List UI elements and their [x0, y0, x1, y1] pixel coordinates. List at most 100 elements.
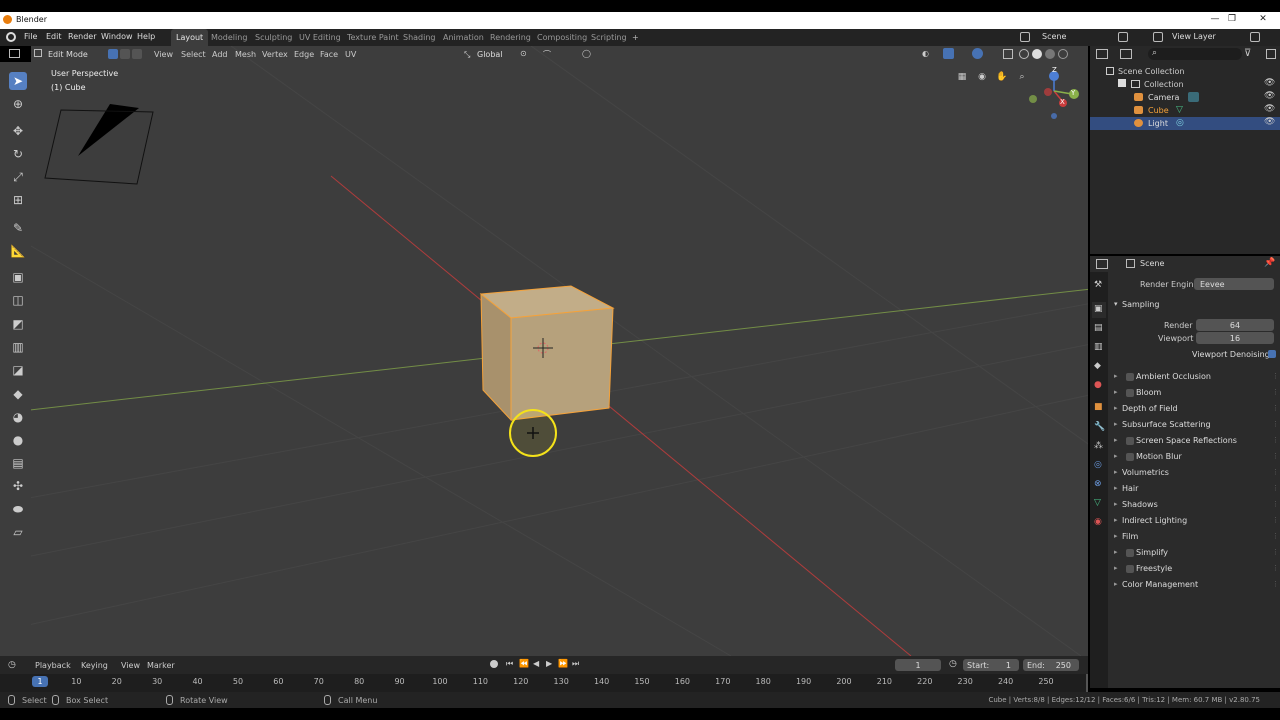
- panel-drag-handle-icon[interactable]: ⋮⋮: [1272, 452, 1280, 460]
- mesh-data-icon[interactable]: ▽: [1176, 105, 1183, 115]
- snap-icon[interactable]: ⌒: [543, 49, 551, 60]
- visibility-icon[interactable]: ◐: [922, 49, 929, 58]
- start-frame-field[interactable]: Start: 1: [963, 659, 1019, 671]
- view-layer-selector[interactable]: View Layer: [1172, 32, 1216, 41]
- ambient-occlusion-checkbox[interactable]: [1126, 373, 1134, 381]
- tab-shading[interactable]: Shading: [398, 29, 441, 46]
- render-tab-icon[interactable]: ▣: [1094, 304, 1103, 314]
- menu-keying[interactable]: Keying: [81, 661, 108, 670]
- select-box-tool-icon[interactable]: ➤: [9, 72, 27, 90]
- tool-tab-icon[interactable]: ⚒: [1094, 280, 1102, 290]
- outliner-row-collection[interactable]: Collection 👁: [1090, 78, 1280, 91]
- freestyle-checkbox[interactable]: [1126, 565, 1134, 573]
- shear-tool-icon[interactable]: ⬬: [9, 500, 27, 518]
- edge-slide-tool-icon[interactable]: ▤: [9, 454, 27, 472]
- camera-data-icon[interactable]: [1188, 92, 1199, 102]
- prev-key-icon[interactable]: ⏪: [519, 659, 529, 668]
- scene-tab-icon[interactable]: ◆: [1094, 361, 1101, 371]
- new-view-layer-icon[interactable]: [1250, 32, 1260, 42]
- panel-color-management[interactable]: ▸ Color Management ⋮⋮: [1108, 578, 1280, 594]
- pivot-icon[interactable]: ⊙: [520, 49, 527, 58]
- panel-motion-blur[interactable]: ▸ Motion Blur ⋮⋮: [1108, 450, 1280, 466]
- vertex-select-icon[interactable]: [108, 49, 118, 59]
- menu-marker[interactable]: Marker: [147, 661, 175, 670]
- output-tab-icon[interactable]: ▤: [1094, 323, 1103, 333]
- menu-edit[interactable]: Edit: [46, 32, 62, 41]
- menu-window[interactable]: Window: [101, 32, 133, 41]
- transform-orientation-selector[interactable]: Global: [477, 50, 503, 59]
- world-tab-icon[interactable]: ●: [1094, 380, 1102, 390]
- stopwatch-icon[interactable]: ◷: [949, 659, 957, 669]
- motion-blur-checkbox[interactable]: [1126, 453, 1134, 461]
- light-eye-icon[interactable]: 👁: [1264, 117, 1275, 127]
- tab-rendering[interactable]: Rendering: [485, 29, 536, 46]
- tab-sculpting[interactable]: Sculpting: [250, 29, 297, 46]
- cube-object[interactable]: [479, 285, 615, 422]
- view-layer-tab-icon[interactable]: ▥: [1094, 342, 1103, 352]
- simplify-checkbox[interactable]: [1126, 549, 1134, 557]
- menu-view[interactable]: View: [154, 50, 173, 59]
- panel-drag-handle-icon[interactable]: ⋮⋮: [1272, 500, 1280, 508]
- smooth-tool-icon[interactable]: ●: [9, 431, 27, 449]
- panel-film[interactable]: ▸ Film ⋮⋮: [1108, 530, 1280, 546]
- tab-compositing[interactable]: Compositing: [532, 29, 592, 46]
- menu-add[interactable]: Add: [212, 50, 228, 59]
- sampling-panel-header[interactable]: ▾ Sampling: [1108, 298, 1280, 314]
- data-tab-icon[interactable]: ▽: [1094, 498, 1101, 508]
- scale-tool-icon[interactable]: ⤢: [9, 168, 27, 186]
- outliner-row-scene-collection[interactable]: Scene Collection: [1090, 65, 1280, 78]
- next-key-icon[interactable]: ⏩: [558, 659, 568, 668]
- tab-texture-paint[interactable]: Texture Paint: [342, 29, 404, 46]
- material-shading-icon[interactable]: [1045, 49, 1055, 59]
- panel-shadows[interactable]: ▸ Shadows ⋮⋮: [1108, 498, 1280, 514]
- viewport-samples-field[interactable]: 16: [1196, 332, 1274, 344]
- panel-drag-handle-icon[interactable]: ⋮⋮: [1272, 388, 1280, 396]
- bevel-tool-icon[interactable]: ◩: [9, 315, 27, 333]
- screen-space-reflections-checkbox[interactable]: [1126, 437, 1134, 445]
- close-button[interactable]: ✕: [1248, 14, 1278, 27]
- panel-drag-handle-icon[interactable]: ⋮⋮: [1272, 580, 1280, 588]
- physics-tab-icon[interactable]: ◎: [1094, 460, 1102, 470]
- rip-tool-icon[interactable]: ▱: [9, 523, 27, 541]
- inset-tool-icon[interactable]: ◫: [9, 291, 27, 309]
- end-frame-field[interactable]: End: 250: [1023, 659, 1079, 671]
- outliner-editor-icon[interactable]: [1096, 49, 1108, 59]
- panel-simplify[interactable]: ▸ Simplify ⋮⋮: [1108, 546, 1280, 562]
- properties-editor-icon[interactable]: [1096, 259, 1108, 269]
- mode-selector[interactable]: Edit Mode: [48, 50, 88, 59]
- cube-eye-icon[interactable]: 👁: [1264, 104, 1275, 114]
- scene-selector[interactable]: Scene: [1042, 32, 1066, 41]
- collection-eye-icon[interactable]: 👁: [1264, 78, 1275, 88]
- 3d-viewport[interactable]: User Perspective (1) Cube Z Y X ▦ ◉ ✋ ⌕: [31, 46, 1088, 656]
- material-tab-icon[interactable]: ◉: [1094, 517, 1102, 527]
- spin-tool-icon[interactable]: ◕: [9, 408, 27, 426]
- transform-tool-icon[interactable]: ⊞: [9, 191, 27, 209]
- menu-timeline-view[interactable]: View: [121, 661, 140, 670]
- jump-end-icon[interactable]: ⏭: [572, 659, 579, 669]
- menu-face[interactable]: Face: [320, 50, 338, 59]
- face-select-icon[interactable]: [132, 49, 142, 59]
- panel-drag-handle-icon[interactable]: ⋮⋮: [1272, 532, 1280, 540]
- panel-indirect-lighting[interactable]: ▸ Indirect Lighting ⋮⋮: [1108, 514, 1280, 530]
- solid-shading-icon[interactable]: [1032, 49, 1042, 59]
- extrude-tool-icon[interactable]: ▣: [9, 268, 27, 286]
- tab-uv-editing[interactable]: UV Editing: [294, 29, 346, 46]
- current-frame-field[interactable]: 1: [895, 659, 941, 671]
- panel-subsurface-scattering[interactable]: ▸ Subsurface Scattering ⋮⋮: [1108, 418, 1280, 434]
- menu-render[interactable]: Render: [68, 32, 96, 41]
- maximize-button[interactable]: ❐: [1217, 14, 1247, 27]
- modifier-tab-icon[interactable]: 🔧: [1094, 422, 1105, 432]
- tab-animation[interactable]: Animation: [438, 29, 489, 46]
- bloom-checkbox[interactable]: [1126, 389, 1134, 397]
- menu-playback[interactable]: Playback: [35, 661, 71, 670]
- outliner-row-cube[interactable]: Cube ▽ 👁: [1090, 104, 1280, 117]
- edge-select-icon[interactable]: [120, 49, 130, 59]
- panel-drag-handle-icon[interactable]: ⋮⋮: [1272, 404, 1280, 412]
- panel-freestyle[interactable]: ▸ Freestyle ⋮⋮: [1108, 562, 1280, 578]
- cursor-tool-icon[interactable]: ⊕: [9, 95, 27, 113]
- wireframe-shading-icon[interactable]: [1019, 49, 1029, 59]
- render-engine-dropdown[interactable]: Eevee: [1194, 278, 1274, 290]
- collection-checkbox[interactable]: [1118, 79, 1126, 87]
- poly-build-tool-icon[interactable]: ◆: [9, 385, 27, 403]
- tab-layout[interactable]: Layout: [171, 29, 209, 46]
